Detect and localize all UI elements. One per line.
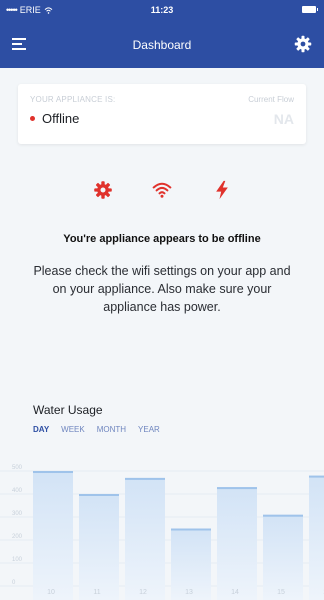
y-tick-label: 400	[12, 488, 23, 494]
usage-bar	[33, 471, 73, 600]
gear-icon	[94, 181, 112, 199]
usage-bar-top	[33, 471, 73, 473]
usage-bar-top	[125, 477, 165, 480]
usage-bar	[263, 514, 303, 600]
status-dot-icon	[30, 116, 35, 121]
tab-day[interactable]: DAY	[33, 425, 49, 434]
appliance-status-card: YOUR APPLIANCE IS: Current Flow Offline …	[18, 84, 306, 144]
y-tick-label: 500	[12, 465, 23, 471]
tab-month[interactable]: MONTH	[97, 425, 126, 434]
water-usage-title: Water Usage	[33, 403, 103, 417]
usage-bar-top	[79, 494, 119, 496]
battery-icon	[302, 6, 318, 13]
x-tick-label: 10	[47, 589, 55, 596]
usage-bar	[217, 487, 257, 600]
usage-range-tabs: DAY WEEK MONTH YEAR	[33, 425, 160, 434]
usage-bar-top	[309, 475, 324, 478]
offline-message-title: You're appliance appears to be offline	[63, 233, 261, 245]
appliance-status: Offline	[30, 111, 79, 126]
status-time: 11:23	[150, 5, 174, 15]
current-flow-value: NA	[273, 111, 294, 127]
x-tick-label: 13	[185, 589, 193, 596]
error-icons-row	[0, 180, 324, 202]
appliance-status-text: Offline	[42, 111, 80, 126]
tab-week[interactable]: WEEK	[61, 425, 85, 434]
appliance-label: YOUR APPLIANCE IS:	[30, 95, 116, 104]
settings-gear-icon[interactable]	[294, 35, 312, 53]
nav-bar: Dashboard	[0, 20, 324, 68]
status-bar: ••••• ERIE 11:23	[0, 0, 324, 20]
wifi-icon	[152, 182, 172, 198]
x-tick-label: 12	[139, 589, 147, 596]
x-tick-label: 15	[277, 589, 285, 596]
usage-bar-top	[171, 528, 211, 531]
usage-bar-top	[217, 487, 257, 490]
page-title: Dashboard	[132, 38, 192, 52]
x-tick-label: 14	[231, 589, 239, 596]
y-tick-label: 100	[12, 557, 23, 563]
usage-bar	[79, 494, 119, 600]
current-flow-label: Current Flow	[248, 95, 294, 104]
y-tick-label: 200	[12, 534, 23, 540]
offline-message-body: Please check the wifi settings on your a…	[33, 264, 291, 314]
tab-year[interactable]: YEAR	[138, 425, 160, 434]
x-tick-label: 11	[93, 589, 100, 596]
usage-bar	[309, 475, 324, 600]
y-tick-label: 300	[12, 511, 23, 517]
y-tick-label: 0	[12, 580, 16, 586]
power-icon	[216, 180, 228, 200]
usage-bar	[125, 477, 165, 600]
usage-bar-top	[263, 514, 303, 517]
water-usage-chart: 010020030040050010111213141516	[0, 465, 324, 600]
